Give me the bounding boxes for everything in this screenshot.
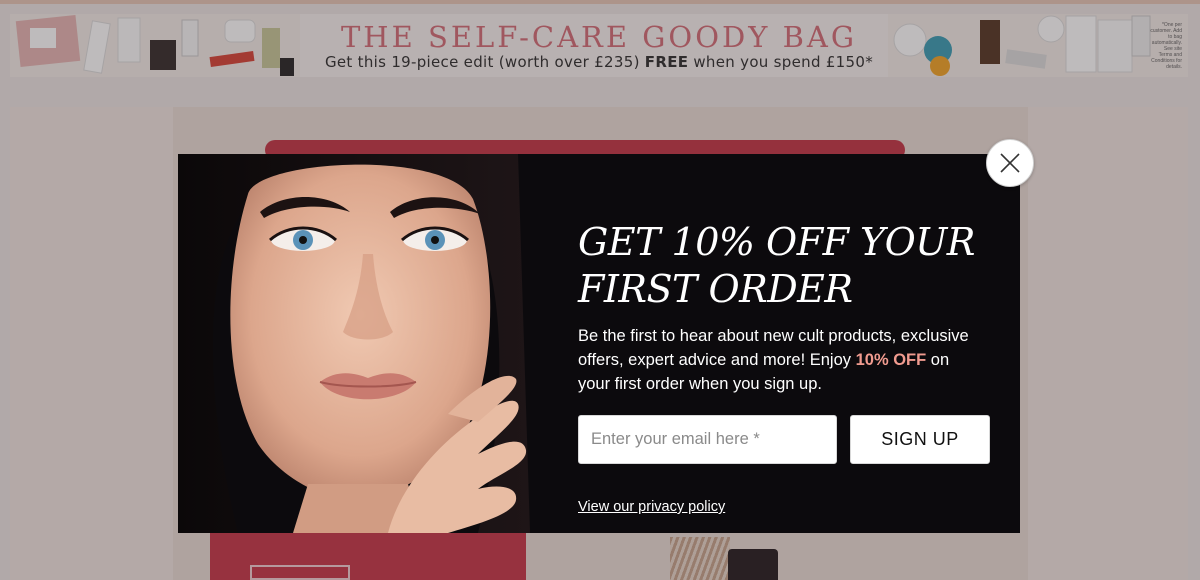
promo-discount-highlight: 10% OFF [855,351,927,369]
sign-up-button[interactable]: SIGN UP [850,415,990,464]
email-input[interactable] [578,415,837,464]
portrait-illustration [178,154,530,533]
signup-modal: GET 10% OFF YOUR FIRST ORDER Be the firs… [178,154,1020,533]
close-button[interactable] [986,139,1034,187]
privacy-policy-link[interactable]: View our privacy policy [578,499,725,515]
promo-description: Be the first to hear about new cult prod… [578,324,978,396]
promo-title: GET 10% OFF YOUR FIRST ORDER [578,220,975,311]
model-portrait-image [178,154,530,533]
close-icon [1000,153,1020,173]
